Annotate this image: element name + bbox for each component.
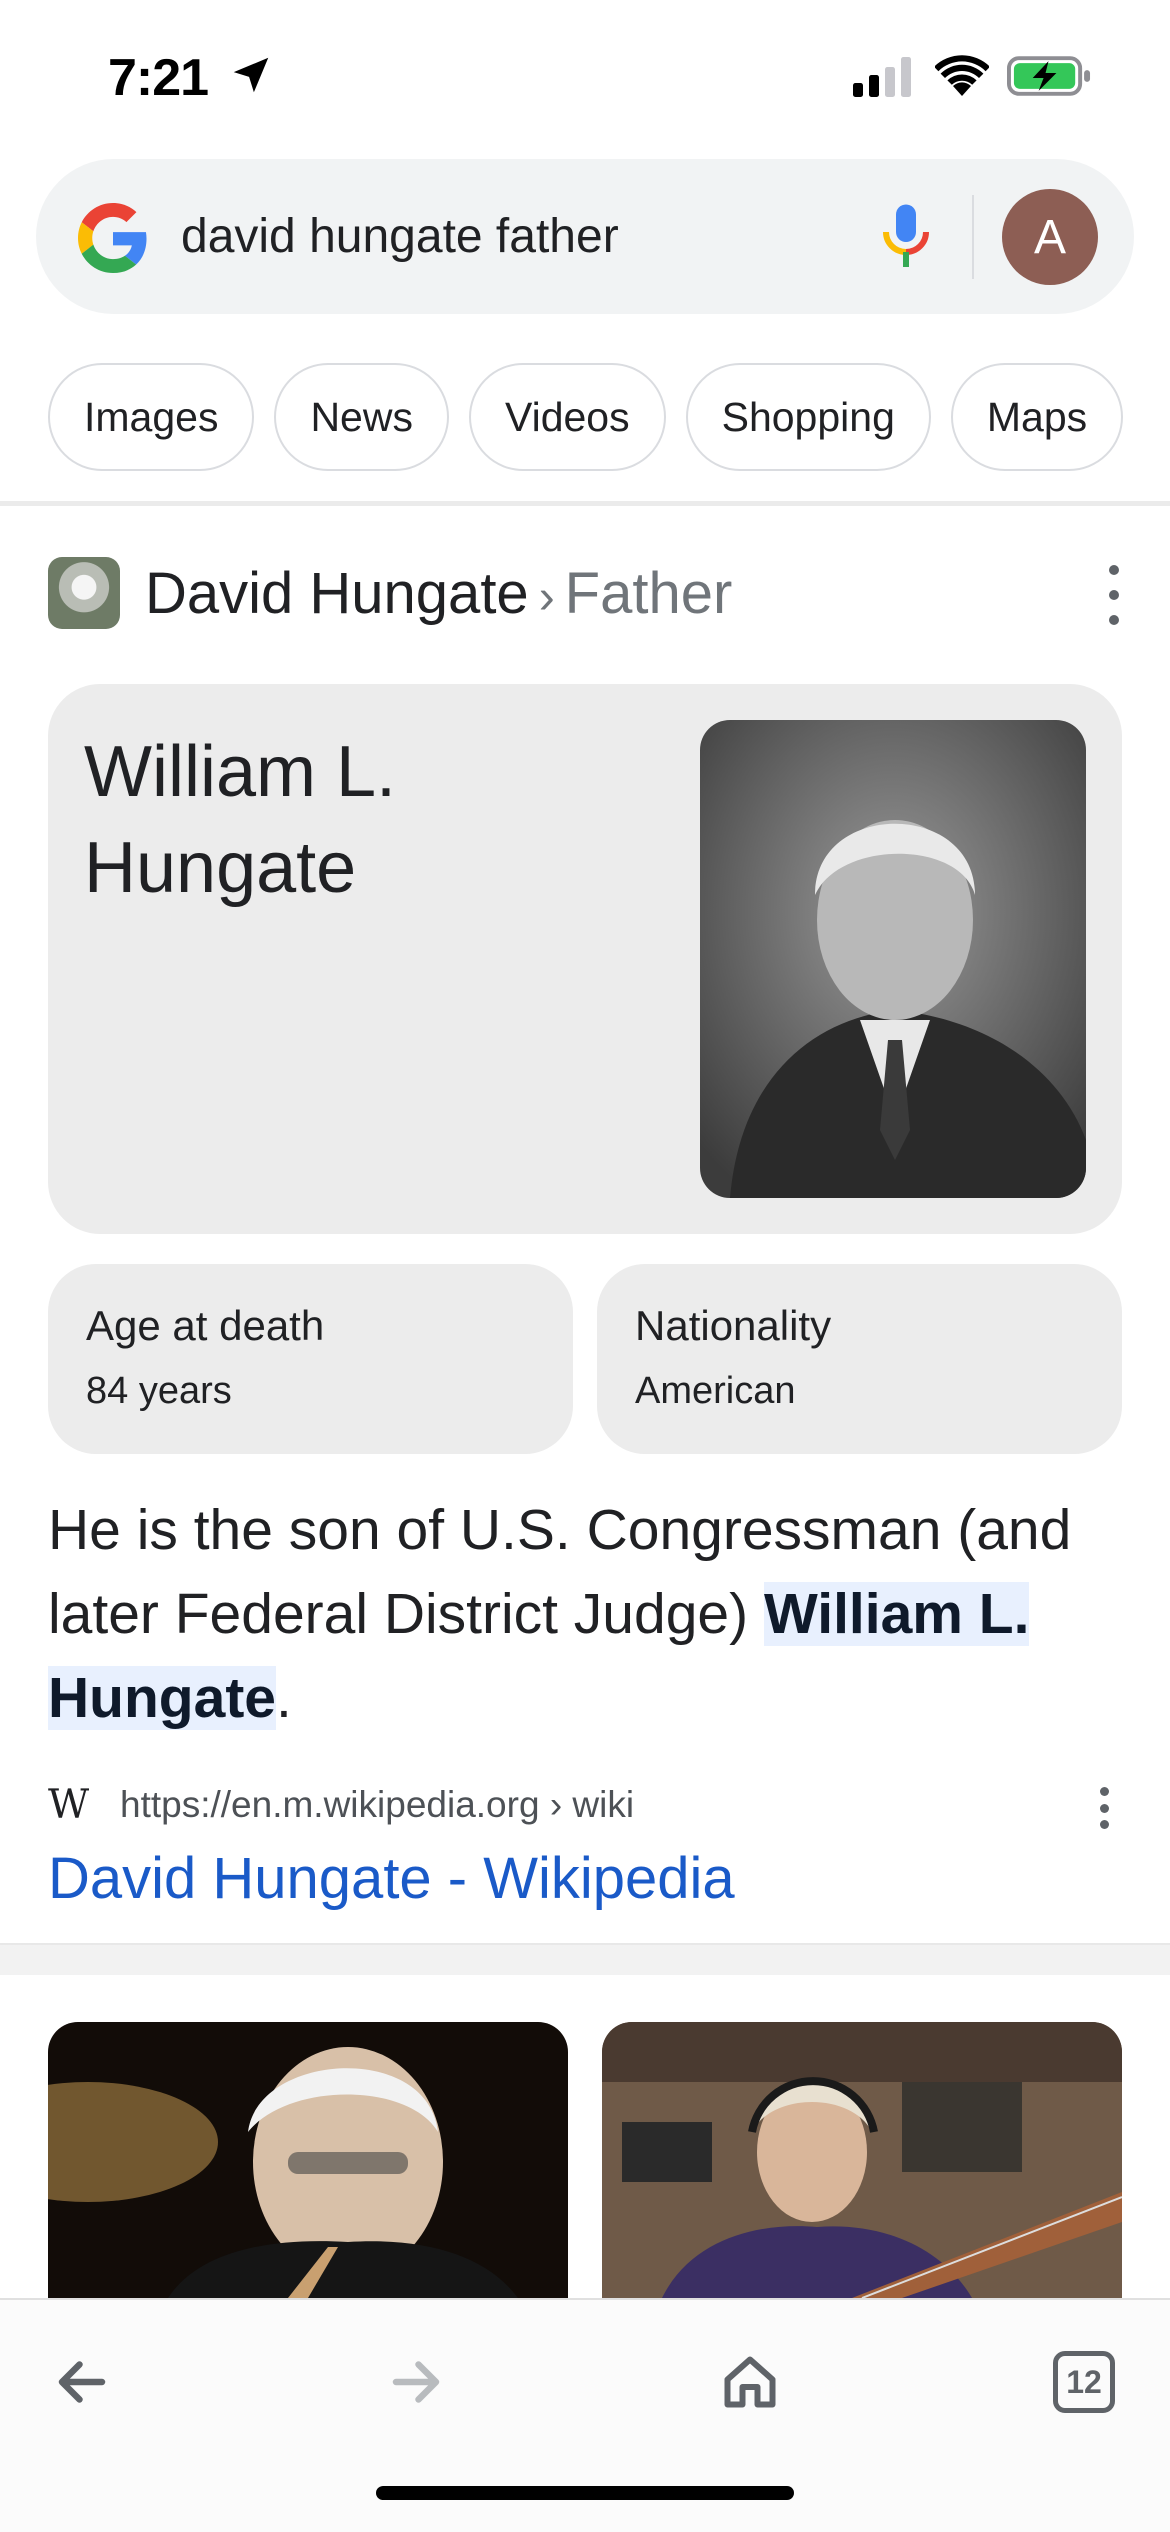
fact-label: Nationality <box>635 1302 832 1349</box>
home-icon <box>724 2356 776 2408</box>
fact-label: Age at death <box>86 1302 325 1349</box>
location-arrow-icon <box>233 57 269 93</box>
home-button[interactable] <box>710 2342 790 2422</box>
divider <box>0 501 1170 506</box>
result-snippet: He is the son of U.S. Congressman (and l… <box>48 1488 1128 1740</box>
result-title-link[interactable]: David Hungate - Wikipedia <box>48 1845 735 1912</box>
result-source[interactable]: W https://en.m.wikipedia.org › wiki <box>48 1780 634 1830</box>
fact-value: American <box>635 1370 796 1412</box>
forward-button[interactable] <box>376 2342 456 2422</box>
fact-card-age-at-death[interactable]: Age at death 84 years <box>48 1264 573 1454</box>
breadcrumb-entity[interactable]: David Hungate <box>145 561 529 626</box>
more-options-icon[interactable] <box>1104 565 1124 625</box>
section-divider <box>0 1943 1170 1975</box>
wifi-icon <box>935 55 989 96</box>
chip-news[interactable]: News <box>274 363 449 471</box>
answer-card[interactable]: William L. Hungate <box>48 684 1122 1234</box>
answer-name[interactable]: William L. Hungate <box>84 724 644 916</box>
account-avatar[interactable]: A <box>1002 189 1098 285</box>
tabs-icon: 12 <box>1053 2351 1115 2413</box>
result-breadcrumb[interactable]: David Hungate › Father <box>145 560 732 627</box>
home-indicator[interactable] <box>376 2486 794 2500</box>
back-button[interactable] <box>42 2342 122 2422</box>
fact-card-nationality[interactable]: Nationality American <box>597 1264 1122 1454</box>
battery-charging-icon <box>1007 56 1091 96</box>
filter-chips: Images News Videos Shopping Maps <box>48 363 1124 471</box>
image-result-2[interactable] <box>602 2022 1122 2298</box>
fact-value: 84 years <box>86 1370 232 1412</box>
image-result-1[interactable] <box>48 2022 568 2298</box>
search-divider <box>972 195 974 279</box>
breadcrumb-separator: › <box>538 571 555 624</box>
search-bar[interactable]: david hungate father A <box>36 159 1134 314</box>
source-url[interactable]: https://en.m.wikipedia.org › wiki <box>120 1784 634 1826</box>
search-input[interactable]: david hungate father <box>181 209 619 264</box>
microphone-icon[interactable] <box>876 201 936 273</box>
wikipedia-icon: W <box>48 1782 90 1828</box>
tabs-button[interactable]: 12 <box>1044 2342 1124 2422</box>
status-bar: 7:21 <box>0 0 1170 150</box>
breadcrumb-attribute: Father <box>564 561 733 626</box>
portrait-image[interactable] <box>700 720 1086 1198</box>
status-time: 7:21 <box>108 49 209 107</box>
google-logo-icon <box>78 203 147 273</box>
more-options-icon[interactable] <box>1094 1787 1114 1829</box>
chip-shopping[interactable]: Shopping <box>685 363 931 471</box>
snippet-suffix: . <box>276 1666 292 1730</box>
cellular-signal-icon <box>853 57 911 97</box>
chip-videos[interactable]: Videos <box>468 363 666 471</box>
entity-thumbnail[interactable] <box>48 557 120 629</box>
chip-images[interactable]: Images <box>48 363 255 471</box>
tab-count: 12 <box>1066 2363 1102 2400</box>
chip-maps[interactable]: Maps <box>950 363 1124 471</box>
back-arrow-icon <box>58 2361 106 2403</box>
forward-arrow-icon <box>392 2361 440 2403</box>
